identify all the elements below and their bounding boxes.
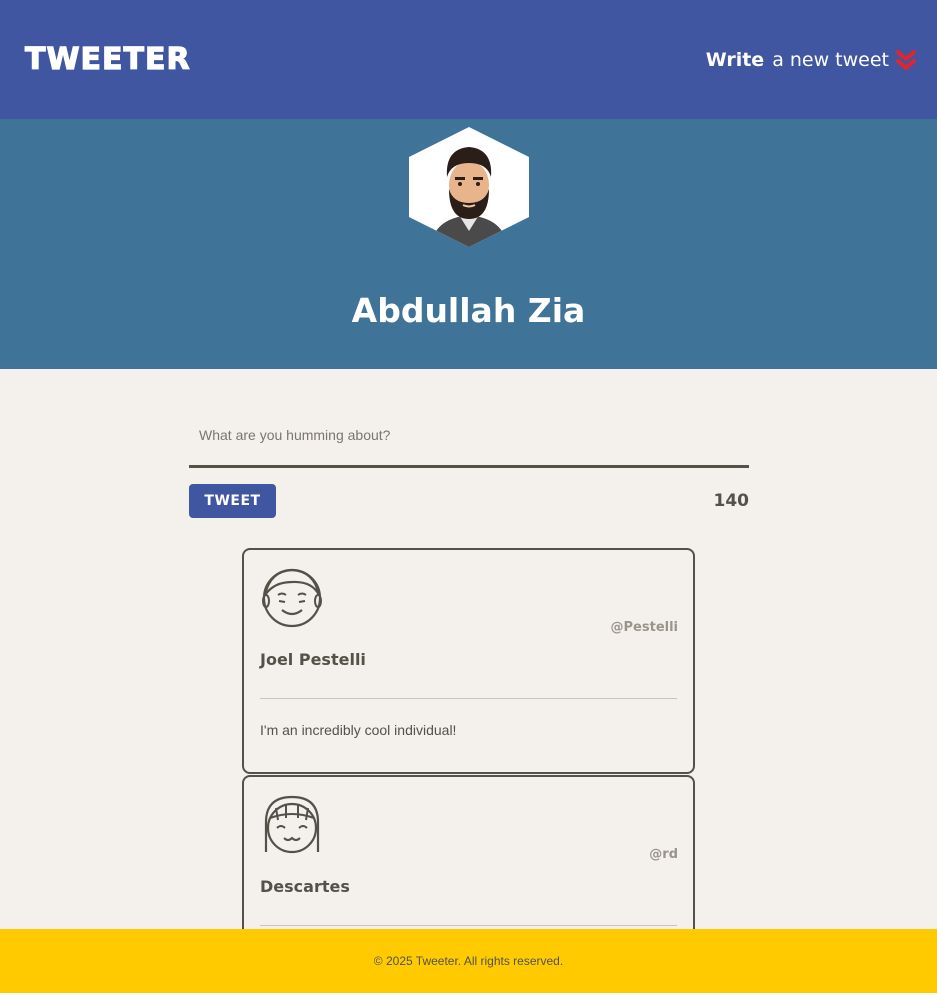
smiling-boy-avatar-icon [262,568,322,628]
profile-name: Abdullah Zia [351,291,586,330]
tweet-text: I'm an incredibly cool individual! [260,722,457,738]
page-footer: © 2025 Tweeter. All rights reserved. [0,929,937,993]
tweet-divider [260,698,677,699]
window-bottom-edge [0,993,937,998]
footer-copyright: © 2025 Tweeter. All rights reserved. [373,954,564,968]
tweet-composer: TWEET 140 [189,415,749,518]
compose-link-bold: Write [705,48,765,71]
compose-link-text: a new tweet [772,48,889,71]
smiling-girl-avatar-icon [264,795,320,854]
profile-header: Abdullah Zia [0,119,937,369]
brand-logo[interactable]: TWEETER [24,41,191,77]
tweet-handle[interactable]: @Pestelli [611,620,678,635]
tweet-card: @Pestelli Joel Pestelli I'm an incredibl… [242,548,695,774]
profile-avatar [409,127,529,247]
tweet-button[interactable]: TWEET [189,484,276,518]
tweet-input[interactable] [189,415,749,455]
top-nav: TWEETER Write a new tweet [0,0,937,119]
double-chevron-down-icon[interactable] [895,48,917,72]
composer-actions: TWEET 140 [189,484,749,518]
tweet-handle[interactable]: @rd [649,847,678,862]
write-new-tweet-link[interactable]: Write a new tweet [706,48,917,72]
tweet-author: Descartes [260,877,350,896]
composer-underline [189,465,749,468]
character-counter: 140 [713,491,750,511]
tweet-author: Joel Pestelli [260,650,366,669]
tweet-divider [260,925,677,926]
